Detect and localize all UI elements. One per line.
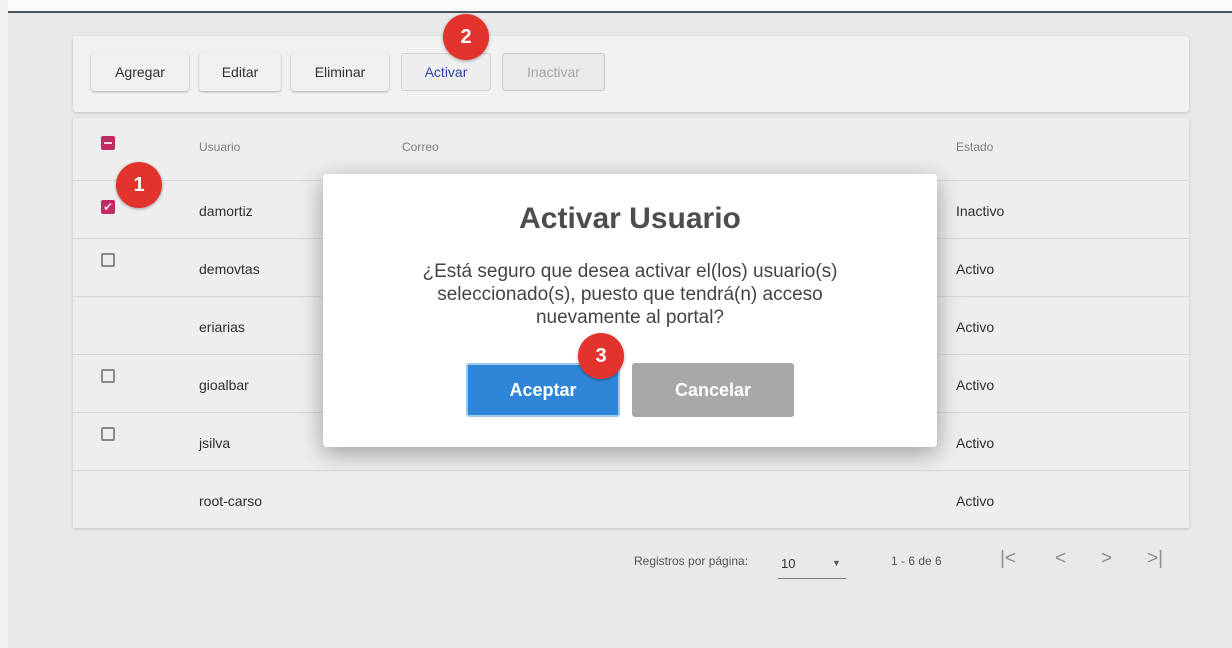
cancel-button[interactable]: Cancelar bbox=[632, 363, 794, 417]
column-header-user[interactable]: Usuario bbox=[199, 140, 240, 154]
delete-button[interactable]: Eliminar bbox=[291, 53, 389, 91]
next-page-icon[interactable]: > bbox=[1101, 548, 1112, 570]
pagination: Registros por página: 10 ▼ 1 - 6 de 6 |<… bbox=[0, 540, 1232, 580]
status-cell: Activo bbox=[956, 319, 995, 335]
status-cell: Activo bbox=[956, 261, 995, 277]
column-header-email[interactable]: Correo bbox=[402, 140, 439, 154]
first-page-icon[interactable]: |< bbox=[1000, 548, 1016, 570]
toolbar: Agregar Editar Eliminar Activar Inactiva… bbox=[73, 36, 1189, 112]
status-cell: Activo bbox=[956, 493, 995, 509]
user-cell: demovtas bbox=[199, 261, 260, 277]
row-checkbox[interactable] bbox=[101, 253, 115, 267]
status-cell: Activo bbox=[956, 377, 995, 393]
status-cell: Activo bbox=[956, 435, 995, 451]
row-checkbox[interactable]: ✔ bbox=[101, 200, 115, 214]
top-border bbox=[0, 0, 1232, 13]
row-checkbox[interactable] bbox=[101, 427, 115, 441]
row-checkbox[interactable] bbox=[101, 369, 115, 383]
rows-per-page-label: Registros por página: bbox=[634, 554, 749, 568]
step-badge-1: 1 bbox=[116, 162, 162, 208]
last-page-icon[interactable]: >| bbox=[1147, 548, 1163, 570]
page-range: 1 - 6 de 6 bbox=[891, 554, 942, 568]
dialog-message: ¿Está seguro que desea activar el(los) u… bbox=[422, 261, 838, 328]
add-button[interactable]: Agregar bbox=[91, 53, 189, 91]
edit-button[interactable]: Editar bbox=[199, 53, 281, 91]
select-all-checkbox[interactable] bbox=[101, 136, 115, 150]
activate-user-dialog: Activar Usuario ¿Está seguro que desea a… bbox=[323, 174, 937, 447]
rows-per-page-select[interactable]: 10 ▼ bbox=[778, 556, 846, 579]
rows-per-page-value: 10 bbox=[781, 556, 796, 571]
dialog-title: Activar Usuario bbox=[519, 202, 741, 235]
step-badge-2: 2 bbox=[443, 14, 489, 60]
table-header: Usuario Correo Estado bbox=[73, 118, 1189, 181]
previous-page-icon[interactable]: < bbox=[1055, 548, 1066, 570]
activate-button[interactable]: Activar bbox=[401, 53, 491, 91]
user-cell: root-carso bbox=[199, 493, 263, 509]
user-cell: eriarias bbox=[199, 319, 245, 335]
deactivate-button: Inactivar bbox=[502, 53, 605, 91]
table-row[interactable]: root-carso Activo bbox=[73, 471, 1189, 527]
status-cell: Inactivo bbox=[956, 203, 1005, 219]
column-header-status[interactable]: Estado bbox=[956, 140, 993, 154]
user-cell: gioalbar bbox=[199, 377, 249, 393]
step-badge-3: 3 bbox=[578, 333, 624, 379]
user-cell: damortiz bbox=[199, 203, 253, 219]
user-cell: jsilva bbox=[199, 435, 231, 451]
chevron-down-icon: ▼ bbox=[832, 558, 841, 568]
